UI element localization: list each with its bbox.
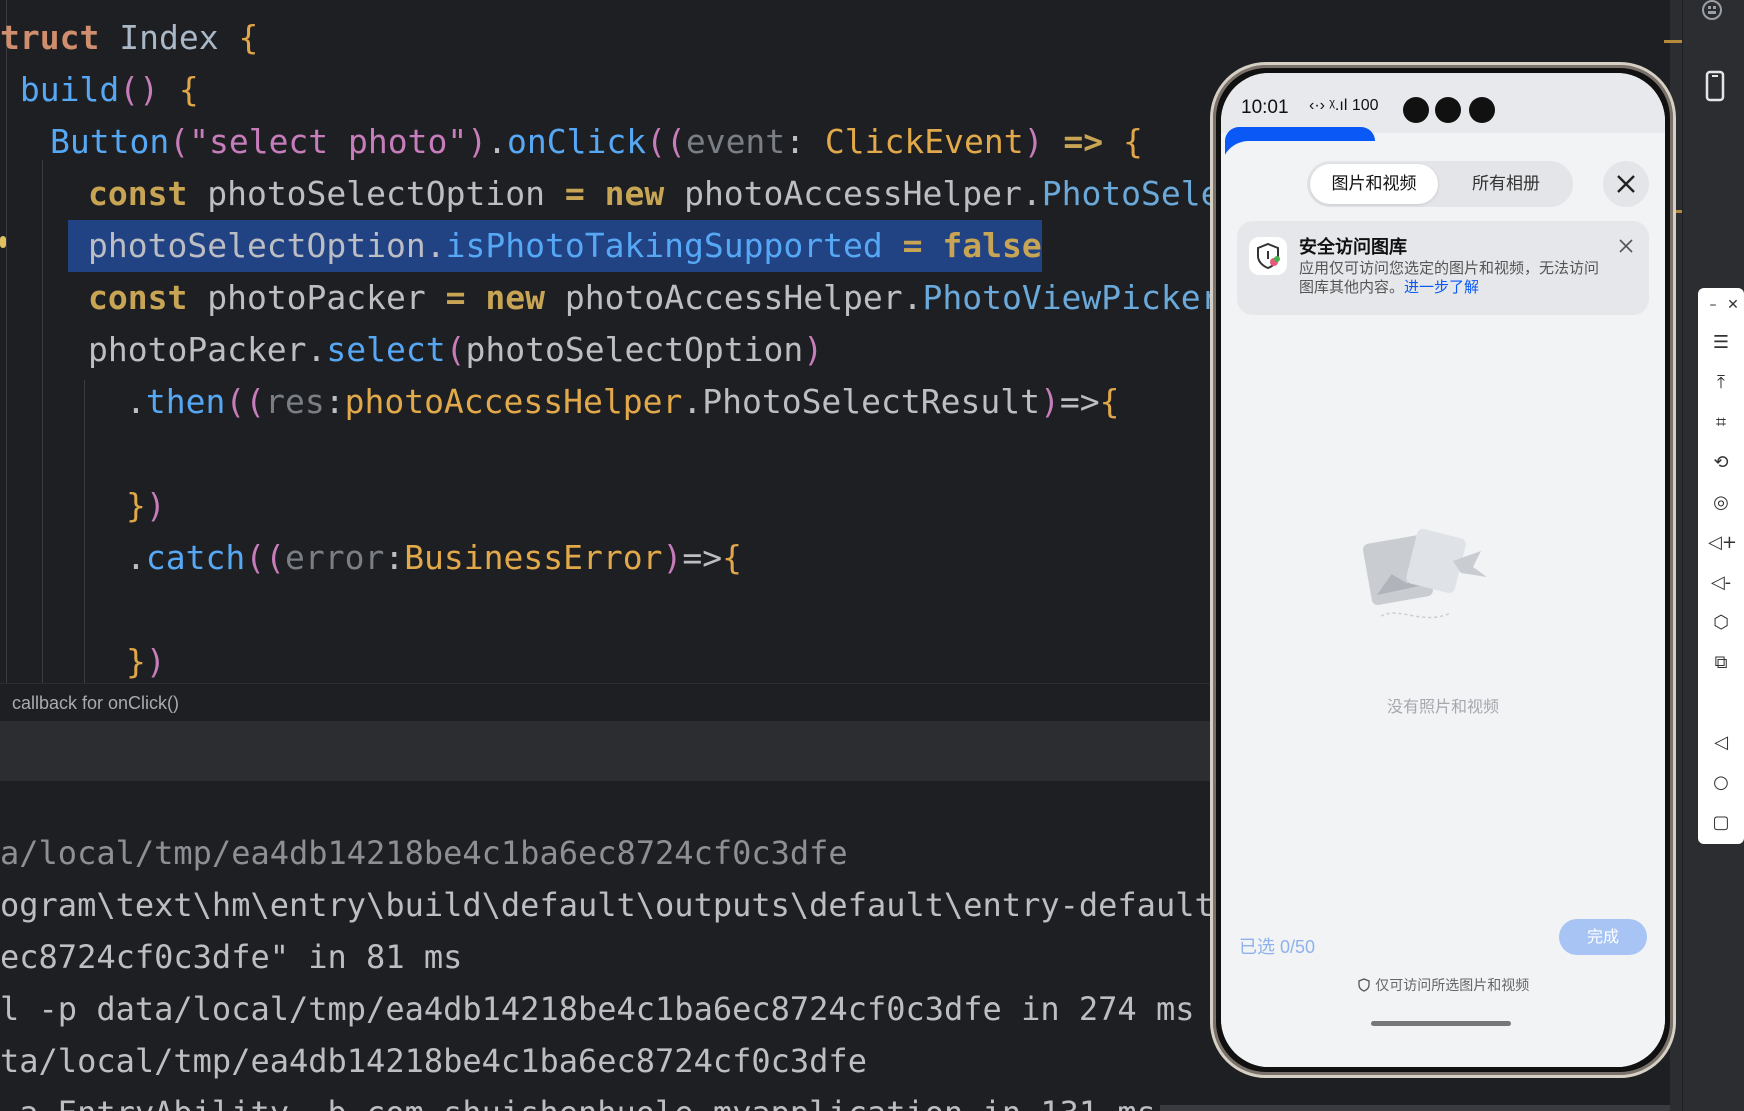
code-line-const-picker[interactable]: const photoPacker = new photoAccessHelpe… xyxy=(88,272,1210,324)
console-line: a/local/tmp/ea4db14218be4c1ba6ec8724cf0c… xyxy=(0,835,848,872)
recent-icon[interactable]: ▢ xyxy=(1708,810,1734,836)
code-editor[interactable]: truct Index { build() { Button("select p… xyxy=(0,0,1210,683)
code-line-close-catch[interactable]: }) xyxy=(126,636,166,683)
empty-state-text: 没有照片和视频 xyxy=(1386,697,1499,716)
rotate-icon[interactable]: ⟲ xyxy=(1708,450,1734,476)
camera-icon xyxy=(1435,97,1461,123)
menu-icon[interactable]: ☰ xyxy=(1708,330,1734,356)
code-line-selected[interactable]: photoSelectOption.isPhotoTakingSupported… xyxy=(68,220,1042,272)
hint-text: callback for onClick() xyxy=(12,693,180,713)
status-bar: 10:01 ‹·› ᵡ.ıl 100 xyxy=(1221,73,1665,133)
selected-count: 已选 0/50 xyxy=(1239,937,1316,957)
code-line-const-option[interactable]: const photoSelectOption = new photoAcces… xyxy=(88,168,1210,220)
device-icon[interactable] xyxy=(1703,70,1727,102)
console-line: ta/local/tmp/ea4db14218be4c1ba6ec8724cf0… xyxy=(0,1042,867,1080)
code-line-close-then[interactable]: }) xyxy=(126,480,166,532)
camera-icon xyxy=(1469,97,1495,123)
shield-icon xyxy=(1358,978,1370,992)
camera-icon xyxy=(1403,97,1429,123)
tab-all-albums[interactable]: 所有相册 xyxy=(1442,164,1570,204)
home-indicator[interactable] xyxy=(1371,1021,1511,1026)
back-icon[interactable]: ◁ xyxy=(1708,730,1734,756)
horizontal-scrollbar[interactable] xyxy=(1160,1105,1670,1111)
shield-icon xyxy=(1249,237,1287,275)
multi-device-icon[interactable]: ⧉ xyxy=(1708,650,1734,676)
status-time: 10:01 xyxy=(1241,97,1289,118)
empty-gallery-icon xyxy=(1361,521,1501,631)
photo-picker-sheet: 图片和视频 所有相册 安全访问图库 应用仅可访问您选定的图片和视频，无法访问图库… xyxy=(1221,141,1665,1067)
emulator-phone: 10:01 ‹·› ᵡ.ıl 100 图片和视频 所有相册 安全访问图库 应用仅… xyxy=(1210,62,1676,1078)
console-line: ogram\text\hm\entry\build\default\output… xyxy=(0,886,1210,924)
panel-toolbar xyxy=(0,781,1210,835)
hint-bar: callback for onClick() xyxy=(0,683,1210,722)
fold-icon[interactable]: ⬡ xyxy=(1708,610,1734,636)
console-line: ec8724cf0c3dfe" in 81 ms xyxy=(0,938,463,976)
close-button[interactable] xyxy=(1603,161,1649,207)
notice-close-button[interactable] xyxy=(1615,235,1637,257)
learn-more-link[interactable]: 进一步了解 xyxy=(1404,278,1479,296)
tab-photos-videos[interactable]: 图片和视频 xyxy=(1310,164,1438,204)
notice-title: 安全访问图库 xyxy=(1299,237,1407,258)
code-line-struct[interactable]: truct Index { xyxy=(0,12,258,64)
security-notice: 安全访问图库 应用仅可访问您选定的图片和视频，无法访问图库其他内容。进一步了解 xyxy=(1237,221,1649,315)
privacy-text: 仅可访问所选图片和视频 xyxy=(1375,978,1530,994)
status-icons: ‹·› ᵡ.ıl 100 xyxy=(1309,97,1379,114)
phone-screen: 10:01 ‹·› ᵡ.ıl 100 图片和视频 所有相册 安全访问图库 应用仅… xyxy=(1221,73,1665,1067)
code-line-catch[interactable]: .catch((error:BusinessError)=>{ xyxy=(126,532,742,584)
run-console[interactable]: a/local/tmp/ea4db14218be4c1ba6ec8724cf0c… xyxy=(0,835,1210,1111)
volume-up-icon[interactable]: ◁+ xyxy=(1708,530,1737,556)
close-icon xyxy=(1619,239,1633,253)
code-line-select[interactable]: photoPacker.select(photoSelectOption) xyxy=(88,324,823,376)
pin-icon[interactable]: ⤒ xyxy=(1708,370,1734,396)
privacy-note: 仅可访问所选图片和视频 xyxy=(1221,975,1665,995)
assistant-icon[interactable] xyxy=(1700,0,1730,22)
close-icon[interactable]: ✕ xyxy=(1720,292,1744,318)
console-line: -a EntryAbility -b com.shuishenhuole.mya… xyxy=(0,1087,1156,1111)
crop-icon[interactable]: ⌗ xyxy=(1708,410,1734,436)
done-button[interactable]: 完成 xyxy=(1559,919,1647,955)
scroll-marker xyxy=(1664,40,1682,43)
indent-guide xyxy=(42,160,43,683)
screenshot-icon[interactable]: ◎ xyxy=(1708,490,1734,516)
close-icon xyxy=(1617,175,1635,193)
volume-down-icon[interactable]: ◁- xyxy=(1708,570,1734,596)
indent-guide xyxy=(84,380,85,683)
album-tabs: 图片和视频 所有相册 xyxy=(1307,161,1573,207)
notice-body: 应用仅可访问您选定的图片和视频，无法访问图库其他内容。进一步了解 xyxy=(1299,259,1599,297)
emulator-toolbar: – ✕ ☰ ⤒ ⌗ ⟲ ◎ ◁+ ◁- ⬡ ⧉ ◁ ○ ▢ xyxy=(1698,288,1744,844)
panel-divider xyxy=(0,721,1210,782)
console-line: l -p data/local/tmp/ea4db14218be4c1ba6ec… xyxy=(0,990,1195,1028)
code-line-then[interactable]: .then((res:photoAccessHelper.PhotoSelect… xyxy=(126,376,1119,428)
code-line-button[interactable]: Button("select photo").onClick((event: C… xyxy=(50,116,1143,168)
gutter-marker xyxy=(0,236,6,248)
home-icon[interactable]: ○ xyxy=(1708,770,1734,796)
code-line-build[interactable]: build() { xyxy=(0,64,199,116)
